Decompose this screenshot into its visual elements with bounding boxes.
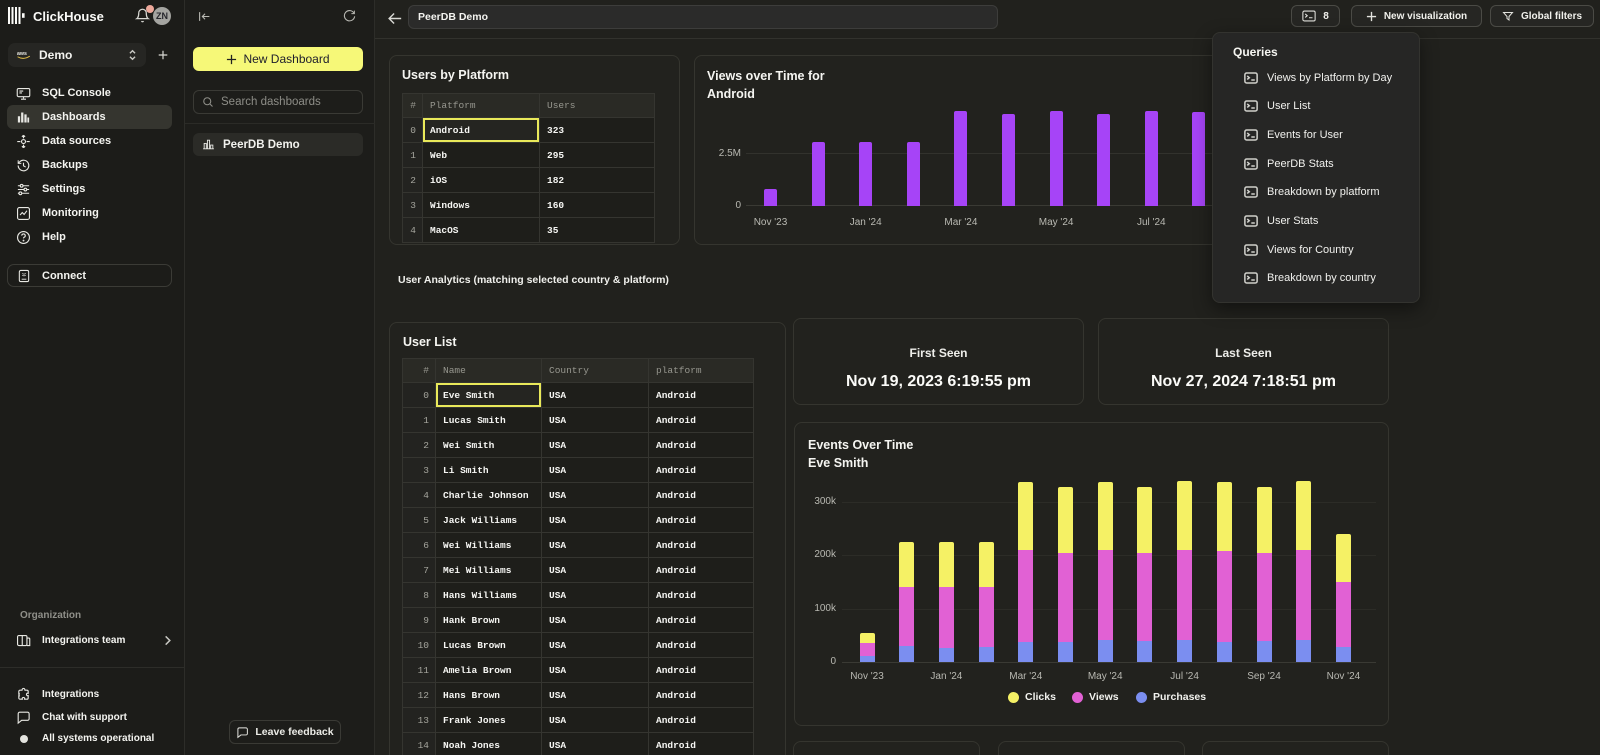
svg-text:aws: aws — [17, 51, 27, 57]
